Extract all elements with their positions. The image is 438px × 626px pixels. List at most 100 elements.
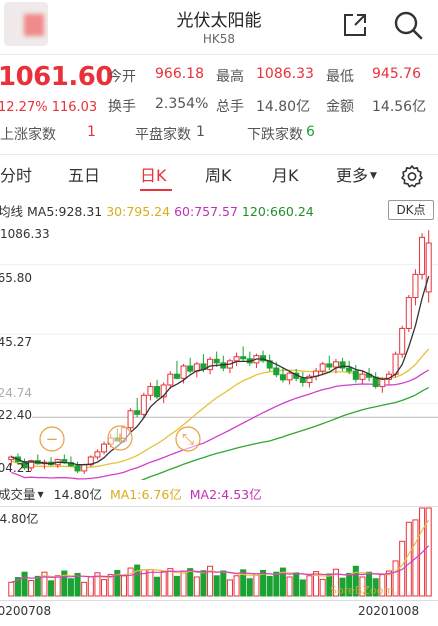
volume-bar (213, 575, 220, 597)
volume-bar (173, 575, 180, 597)
stat-label: 今开 (108, 69, 136, 85)
volume-legend: 成交量 ▼ 14.80亿 MA1:6.76亿 MA2:4.53亿 (0, 484, 262, 503)
candle (213, 358, 220, 364)
ma30-value: 30:795.24 (106, 204, 171, 219)
candle (101, 443, 108, 453)
price-axis-label: 845.27 (0, 335, 32, 349)
volume-bar (319, 578, 326, 597)
candle (399, 327, 406, 355)
volume-axis-max: 14.80亿 (0, 512, 39, 526)
volume-bar (299, 579, 306, 597)
candle (240, 356, 247, 360)
candle (332, 361, 339, 368)
search-icon[interactable] (393, 10, 423, 40)
stat-value: 2.354% (155, 96, 209, 112)
volume-ma2: MA2:4.53亿 (189, 487, 262, 502)
volume-bar (154, 576, 161, 597)
candle (154, 386, 161, 398)
candle (81, 464, 88, 472)
candle (140, 394, 147, 415)
start-date: 20200708 (0, 604, 52, 618)
volume-total: 14.80亿 (53, 487, 102, 502)
candle (299, 377, 306, 383)
volume-bar (54, 575, 61, 597)
price-axis-label: 724.74 (0, 386, 32, 400)
candle (359, 373, 366, 380)
caret-down-icon: ▼ (37, 490, 44, 499)
volume-bar (160, 571, 167, 597)
volume-bar (405, 521, 412, 597)
tab-wuri[interactable]: 五日 (68, 162, 100, 186)
volume-bar (253, 573, 260, 597)
volume-bar (120, 575, 127, 597)
crosshair-price-label: 722.40 (0, 408, 32, 422)
dk-sell-icon-symbol: − (46, 430, 59, 448)
stat-label: 换手 (108, 99, 136, 115)
candle (187, 365, 194, 372)
stat-value: 6 (306, 124, 315, 140)
share-icon[interactable] (342, 12, 368, 38)
end-date: 20201008 (358, 604, 420, 618)
page-title: 光伏太阳能 (176, 11, 262, 31)
stat-label: 上涨家数 (0, 127, 56, 143)
ma120-value: 120:660.24 (241, 204, 314, 219)
stock-code: HK58 (202, 32, 236, 46)
tab-more[interactable]: 更多 ▼ (336, 162, 377, 186)
watermark: SoreBZoom (330, 584, 395, 597)
volume-bar (306, 575, 313, 597)
stat-value: 966.18 (155, 66, 204, 82)
volume-bar (167, 568, 174, 597)
volume-bar (180, 570, 187, 597)
candle (273, 367, 280, 376)
dk-hold-icon-symbol: ⤡ (182, 430, 194, 448)
candle (134, 410, 141, 415)
tab-fenshi[interactable]: 分时 (0, 162, 32, 186)
stat-label: 总手 (216, 99, 244, 115)
volume-bar (220, 570, 227, 597)
volume-bar (134, 564, 141, 597)
volume-bar (425, 507, 432, 597)
candle (147, 386, 154, 396)
volume-bar (200, 570, 207, 597)
candle (346, 367, 353, 372)
ma-legend: 均线 MA5:928.31 30:795.24 60:757.57 120:66… (0, 201, 314, 220)
candle (173, 373, 180, 379)
stat-value: 945.76 (372, 66, 421, 82)
candle (425, 242, 432, 293)
volume-bar (286, 576, 293, 597)
candle (419, 236, 426, 275)
volume-bar (87, 576, 94, 597)
candle (74, 465, 81, 472)
volume-bar (21, 571, 28, 597)
tab-zhouk[interactable]: 周K (205, 162, 232, 186)
gear-icon[interactable] (400, 164, 424, 188)
candle (319, 363, 326, 372)
dk-point-button[interactable]: DK点 (388, 200, 434, 220)
stat-value: 1 (87, 124, 96, 140)
volume-ma1-line (11, 519, 430, 583)
volume-bar (74, 572, 81, 597)
candle (279, 374, 286, 381)
tab-yuek[interactable]: 月K (272, 162, 299, 186)
candle (207, 358, 214, 371)
change-pct: 12.27% 116.03 (0, 100, 98, 115)
tab-rik[interactable]: 日K (140, 162, 167, 186)
volume-selector[interactable]: 成交量 (0, 487, 36, 502)
stat-label: 平盘家数 (135, 127, 191, 143)
volume-bar (147, 569, 154, 597)
caret-down-icon: ▼ (370, 171, 377, 181)
dk-buy-icon-symbol: + (114, 429, 127, 447)
candle (94, 451, 101, 458)
volume-bar (187, 568, 194, 597)
ma-prefix: 均线 (0, 204, 24, 219)
stat-value: 14.80亿 (256, 99, 311, 115)
tab-more-label: 更多 (336, 166, 369, 185)
candlestick-chart[interactable]: − + ⤡ (0, 222, 438, 480)
volume-bar (266, 575, 273, 597)
active-tab-indicator (140, 189, 172, 191)
current-price: 1061.60 (0, 62, 113, 92)
candle (233, 356, 240, 362)
price-axis-label: 1086.33 (0, 227, 50, 241)
candle (379, 378, 386, 388)
volume-bar (48, 580, 55, 597)
